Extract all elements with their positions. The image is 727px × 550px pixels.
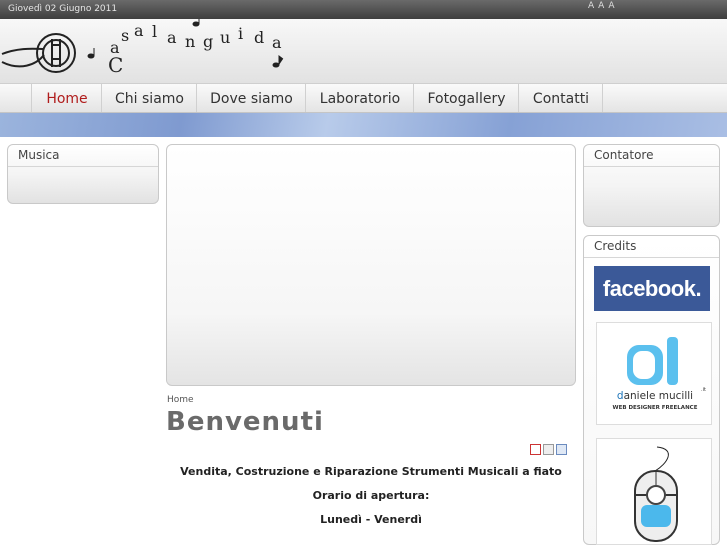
facebook-link[interactable]: facebook.	[594, 266, 710, 311]
font-size-small-button[interactable]: A	[588, 1, 598, 11]
article-actions	[530, 444, 569, 463]
font-size-medium-button[interactable]: A	[598, 1, 608, 11]
email-icon[interactable]	[556, 444, 567, 455]
main-nav: Home Chi siamo Dove siamo Laboratorio Fo…	[0, 83, 727, 113]
counter-module: Contatore	[583, 144, 720, 227]
designer-subtitle: WEB DESIGNER FREELANCE	[612, 405, 698, 411]
nav-divider	[602, 84, 603, 112]
nav-item-home[interactable]: Home	[31, 84, 102, 112]
page-title: Benvenuti	[166, 407, 324, 437]
music-module: Musica	[7, 144, 159, 204]
nav-item-laboratorio[interactable]: Laboratorio	[305, 84, 414, 112]
music-notes-icon	[87, 19, 284, 68]
nav-item-chi-siamo[interactable]: Chi siamo	[101, 84, 197, 112]
nav-item-dove-siamo[interactable]: Dove siamo	[196, 84, 306, 112]
designer-name: daniele mucilli	[597, 390, 713, 402]
designer-logo-icon	[627, 337, 678, 385]
nav-item-contatti[interactable]: Contatti	[518, 84, 603, 112]
module-title: Credits	[594, 239, 637, 253]
main-banner-box	[166, 144, 576, 386]
pdf-icon[interactable]	[530, 444, 541, 455]
font-size-large-button[interactable]: A	[608, 1, 618, 11]
module-title: Musica	[18, 148, 60, 162]
font-size-controls: AAA	[588, 1, 619, 11]
article-line: Vendita, Costruzione e Riparazione Strum…	[180, 465, 562, 478]
module-title: Contatore	[594, 148, 654, 162]
article-body: Vendita, Costruzione e Riparazione Strum…	[166, 466, 576, 538]
current-date: Giovedì 02 Giugno 2011	[8, 4, 118, 14]
nav-item-fotogallery[interactable]: Fotogallery	[413, 84, 519, 112]
designer-name-rest: aniele mucilli	[623, 390, 694, 402]
breadcrumb[interactable]: Home	[167, 395, 194, 405]
article-line: Lunedì - Venerdì	[320, 513, 422, 526]
mouse-icon	[634, 446, 678, 542]
mouse-credit-image[interactable]	[596, 438, 712, 545]
top-bar: Giovedì 02 Giugno 2011 AAA	[0, 0, 727, 19]
decorative-band	[0, 113, 727, 137]
module-divider	[8, 166, 158, 167]
site-logo[interactable]: C a s a l a n g u i d a	[0, 19, 300, 83]
module-divider	[584, 257, 719, 258]
designer-initial: d	[616, 390, 624, 402]
print-icon[interactable]	[543, 444, 554, 455]
designer-credit-link[interactable]: .it daniele mucilli WEB DESIGNER FREELAN…	[596, 322, 712, 425]
module-divider	[584, 166, 719, 167]
article-line: Orario di apertura:	[312, 489, 430, 502]
